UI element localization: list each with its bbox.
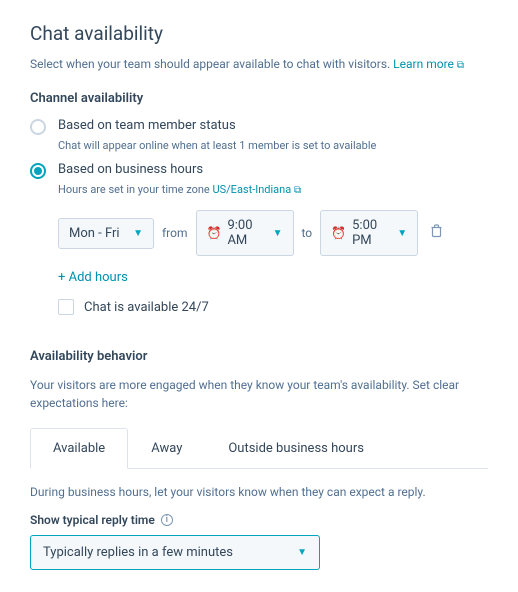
trash-icon bbox=[430, 224, 443, 238]
available-247-checkbox[interactable] bbox=[58, 299, 74, 315]
end-time-select[interactable]: ⏰ 5:00 PM ▼ bbox=[320, 210, 418, 256]
reply-time-label: Show typical reply time i bbox=[30, 513, 488, 527]
availability-behavior-desc: Your visitors are more engaged when they… bbox=[30, 376, 488, 412]
add-hours-button[interactable]: + Add hours bbox=[58, 270, 128, 285]
learn-more-link[interactable]: Learn more ⧉ bbox=[393, 57, 464, 71]
page-description: Select when your team should appear avai… bbox=[30, 57, 488, 71]
radio-team-member-status-hint: Chat will appear online when at least 1 … bbox=[58, 139, 488, 152]
chevron-down-icon: ▼ bbox=[133, 228, 143, 239]
chevron-down-icon: ▼ bbox=[297, 547, 307, 558]
external-link-icon: ⧉ bbox=[294, 185, 301, 196]
radio-team-member-status[interactable] bbox=[30, 119, 46, 135]
days-select[interactable]: Mon - Fri▼ bbox=[58, 218, 154, 249]
chevron-down-icon: ▼ bbox=[273, 228, 283, 239]
behavior-tabs: Available Away Outside business hours bbox=[30, 428, 488, 469]
reply-time-select[interactable]: Typically replies in a few minutes ▼ bbox=[30, 535, 320, 570]
start-time-select[interactable]: ⏰ 9:00 AM ▼ bbox=[196, 210, 294, 256]
chevron-down-icon: ▼ bbox=[397, 228, 407, 239]
available-247-label: Chat is available 24/7 bbox=[84, 300, 209, 315]
external-link-icon: ⧉ bbox=[457, 60, 464, 71]
page-title: Chat availability bbox=[30, 22, 488, 45]
from-label: from bbox=[162, 226, 188, 240]
channel-availability-heading: Channel availability bbox=[30, 91, 488, 106]
to-label: to bbox=[302, 226, 313, 240]
radio-business-hours[interactable] bbox=[30, 163, 46, 179]
tab-available[interactable]: Available bbox=[30, 428, 128, 469]
clock-icon: ⏰ bbox=[331, 226, 346, 240]
delete-hours-button[interactable] bbox=[430, 224, 443, 242]
radio-business-hours-hint: Hours are set in your time zone US/East-… bbox=[58, 183, 488, 196]
tab-available-desc: During business hours, let your visitors… bbox=[30, 485, 488, 499]
radio-business-hours-label: Based on business hours bbox=[58, 162, 203, 177]
tab-away[interactable]: Away bbox=[128, 428, 205, 468]
info-icon[interactable]: i bbox=[161, 514, 173, 526]
availability-behavior-heading: Availability behavior bbox=[30, 349, 488, 364]
tab-outside-business-hours[interactable]: Outside business hours bbox=[205, 428, 387, 468]
radio-team-member-status-label: Based on team member status bbox=[58, 118, 236, 133]
clock-icon: ⏰ bbox=[207, 226, 222, 240]
timezone-link[interactable]: US/East-Indiana ⧉ bbox=[212, 183, 301, 196]
